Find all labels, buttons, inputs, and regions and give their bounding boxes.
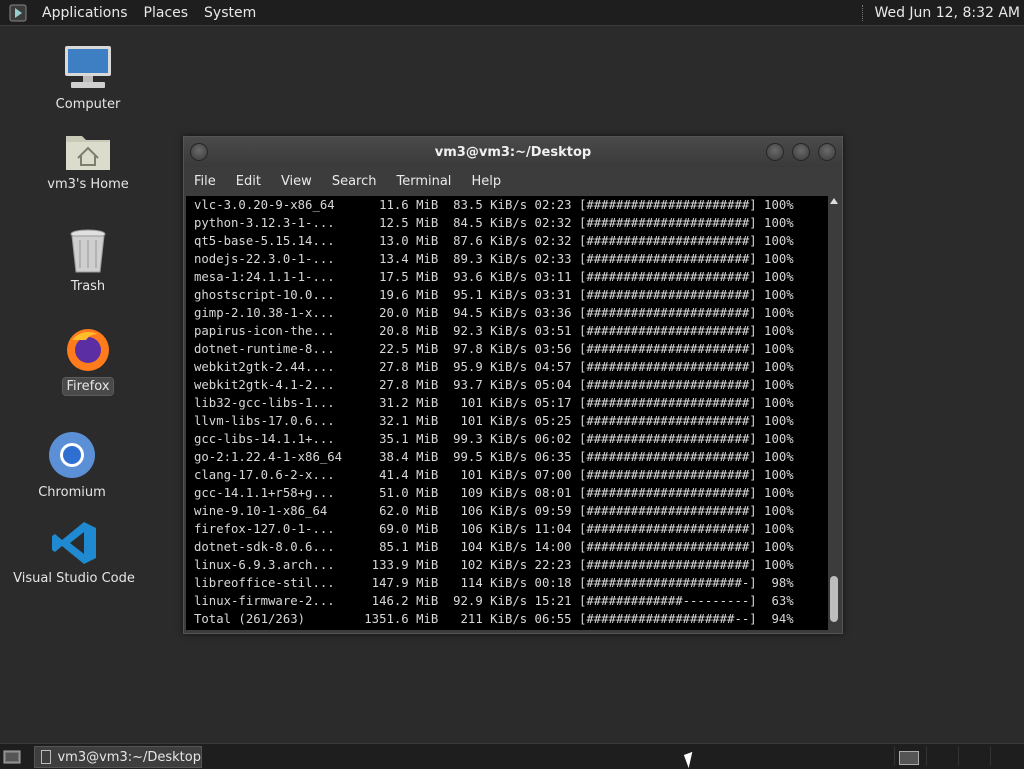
terminal-line: vlc-3.0.20-9-x86_64 11.6 MiB 83.5 KiB/s … [194,198,794,212]
terminal-line: gcc-14.1.1+r58+g... 51.0 MiB 109 KiB/s 0… [194,486,794,500]
menu-file[interactable]: File [194,174,216,189]
maximize-button[interactable] [792,143,810,161]
desktop-icon-label: Computer [55,97,121,112]
clock[interactable]: Wed Jun 12, 8:32 AM [874,5,1020,21]
desktop-icon-label: Trash [70,279,106,294]
terminal-line: wine-9.10-1-x86_64 62.0 MiB 106 KiB/s 09… [194,504,794,518]
terminal-line: webkit2gtk-4.1-2... 27.8 MiB 93.7 KiB/s … [194,378,794,392]
menu-edit[interactable]: Edit [236,174,261,189]
bottom-panel: vm3@vm3:~/Desktop [0,743,1024,769]
taskbar-terminal-button[interactable]: vm3@vm3:~/Desktop [34,746,202,768]
workspace-3[interactable] [958,746,987,766]
desktop-icon-home[interactable]: vm3's Home [44,128,132,193]
window-menu-button[interactable] [190,143,208,161]
workspace-2[interactable] [926,746,955,766]
desktop-icon-label: Chromium [38,485,106,500]
workspace-4[interactable] [990,746,1019,766]
desktop-icon-vscode[interactable]: Visual Studio Code [13,520,135,587]
window-titlebar[interactable]: vm3@vm3:~/Desktop [184,137,842,167]
places-menu[interactable]: Places [144,5,189,21]
terminal-line: nodejs-22.3.0-1-... 13.4 MiB 89.3 KiB/s … [194,252,794,266]
terminal-scrollbar[interactable] [828,196,840,630]
desktop-icon-trash[interactable]: Trash [58,228,118,295]
terminal-line: python-3.12.3-1-... 12.5 MiB 84.5 KiB/s … [194,216,794,230]
chromium-icon [49,432,95,478]
terminal-line: clang-17.0.6-2-x... 41.4 MiB 101 KiB/s 0… [194,468,794,482]
firefox-icon [67,329,109,371]
main-menu-icon[interactable] [8,3,28,23]
applications-menu[interactable]: Applications [42,5,128,21]
workspace-1[interactable] [894,746,923,766]
desktop-icon-label: Visual Studio Code [13,571,135,586]
taskbar-task-label: vm3@vm3:~/Desktop [57,749,201,765]
terminal-window: vm3@vm3:~/Desktop File Edit View Search … [183,136,843,634]
scrollbar-thumb[interactable] [830,576,838,622]
terminal-line: linux-firmware-2... 146.2 MiB 92.9 KiB/s… [194,594,794,608]
terminal-line: go-2:1.22.4-1-x86_64 38.4 MiB 99.5 KiB/s… [194,450,794,464]
desktop-icon-firefox[interactable]: Firefox [58,326,118,396]
terminal-output[interactable]: vlc-3.0.20-9-x86_64 11.6 MiB 83.5 KiB/s … [186,196,828,630]
terminal-line: gimp-2.10.38-1-x... 20.0 MiB 94.5 KiB/s … [194,306,794,320]
terminal-menubar: File Edit View Search Terminal Help [184,167,842,195]
terminal-line: gcc-libs-14.1.1+... 35.1 MiB 99.3 KiB/s … [194,432,794,446]
trash-icon [70,229,106,273]
terminal-line: libreoffice-stil... 147.9 MiB 114 KiB/s … [194,576,794,590]
terminal-icon [41,750,52,764]
terminal-line: ghostscript-10.0... 19.6 MiB 95.1 KiB/s … [194,288,794,302]
home-folder-icon [66,136,110,170]
terminal-line: webkit2gtk-2.44.... 27.8 MiB 95.9 KiB/s … [194,360,794,374]
vscode-icon [52,522,96,564]
scroll-up-arrow-icon[interactable] [830,198,838,204]
terminal-line: mesa-1:24.1.1-1-... 17.5 MiB 93.6 KiB/s … [194,270,794,284]
terminal-line: papirus-icon-the... 20.8 MiB 92.3 KiB/s … [194,324,794,338]
system-menu[interactable]: System [204,5,256,21]
top-panel: Applications Places System Wed Jun 12, 8… [0,0,1024,26]
terminal-line: dotnet-runtime-8... 22.5 MiB 97.8 KiB/s … [194,342,794,356]
menu-view[interactable]: View [281,174,312,189]
menu-terminal[interactable]: Terminal [396,174,451,189]
terminal-line: lib32-gcc-libs-1... 31.2 MiB 101 KiB/s 0… [194,396,794,410]
terminal-line: llvm-libs-17.0.6... 32.1 MiB 101 KiB/s 0… [194,414,794,428]
terminal-line: linux-6.9.3.arch... 133.9 MiB 102 KiB/s … [194,558,794,572]
panel-handle [862,4,866,21]
show-desktop-icon[interactable] [3,748,21,764]
close-button[interactable] [818,143,836,161]
terminal-line: qt5-base-5.15.14... 13.0 MiB 87.6 KiB/s … [194,234,794,248]
desktop-icon-label: Firefox [62,377,114,396]
computer-icon [65,46,111,88]
terminal-line: dotnet-sdk-8.0.6... 85.1 MiB 104 KiB/s 1… [194,540,794,554]
terminal-line: firefox-127.0-1-... 69.0 MiB 106 KiB/s 1… [194,522,794,536]
desktop-icon-label: vm3's Home [47,177,129,192]
minimize-button[interactable] [766,143,784,161]
terminal-line: Total (261/263) 1351.6 MiB 211 KiB/s 06:… [194,612,794,626]
menu-search[interactable]: Search [332,174,377,189]
desktop-icon-computer[interactable]: Computer [50,44,126,113]
desktop-icon-chromium[interactable]: Chromium [34,430,110,501]
window-title: vm3@vm3:~/Desktop [434,144,592,160]
menu-help[interactable]: Help [471,174,501,189]
